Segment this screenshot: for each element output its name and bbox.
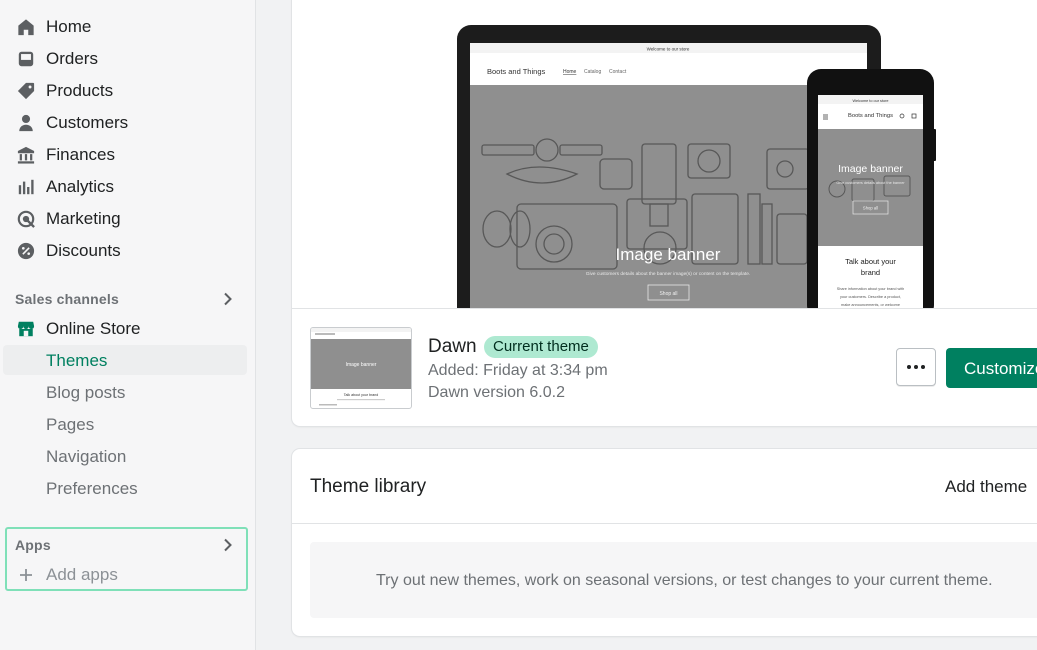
nav-online-store-label: Online Store [46,319,141,338]
nav-finances[interactable]: Finances [0,139,256,171]
nav-marketing[interactable]: Marketing [0,203,256,235]
phone-mockup: Welcome to our store Boots and Things Im… [807,69,936,308]
sidebar-item-blog-posts[interactable]: Blog posts [3,377,247,407]
nav-discounts-label: Discounts [46,241,121,260]
nav-analytics[interactable]: Analytics [0,171,256,203]
library-divider [292,523,1037,524]
customize-button[interactable]: Customize [946,348,1037,388]
tablet-nav-contact: Contact [609,69,627,75]
theme-preview-devices: Welcome to our store Boots and Things Ho… [457,25,936,308]
phone-store-name: Boots and Things [848,113,893,119]
bar-chart-icon [18,179,34,195]
sidebar-item-pages-label: Pages [46,415,95,434]
phone-banner-text: Give customers details about the banner [836,181,905,185]
sidebar-item-themes-label: Themes [46,351,108,370]
nav-orders-label: Orders [46,49,98,68]
more-actions-button[interactable] [896,348,936,386]
current-theme-badge: Current theme [484,336,598,358]
phone-banner-title: Image banner [838,163,903,175]
nav-customers-label: Customers [46,113,129,132]
nav-home-label: Home [46,17,92,36]
tablet-nav-catalog: Catalog [584,69,601,75]
preview-divider [292,308,1037,309]
theme-added-date: Added: Friday at 3:34 pm [428,362,608,379]
nav-products[interactable]: Products [0,75,256,107]
nav-home[interactable]: Home [0,11,256,43]
nav-analytics-label: Analytics [46,177,115,196]
phone-section-text-line3: make announcements, or welcome [841,303,900,307]
thumb-section-title: Talk about your brand [344,393,379,397]
apps-label: Apps [15,537,51,553]
sidebar-item-preferences[interactable]: Preferences [3,473,247,503]
nav-online-store[interactable]: Online Store [0,313,256,345]
phone-announcement: Welcome to our store [852,99,888,103]
theme-library-empty-text: Try out new themes, work on seasonal ver… [376,572,993,589]
person-icon [19,114,33,132]
theme-preview: Welcome to our store Boots and Things Ho… [292,4,1037,308]
bank-icon [17,146,35,164]
sidebar: Home Orders Products Customers Finances … [0,0,256,650]
nav-discounts[interactable]: Discounts [0,235,256,267]
nav-products-label: Products [46,81,114,100]
sidebar-item-navigation-label: Navigation [46,447,127,466]
chevron-right-icon [224,292,232,306]
orders-icon [18,51,34,67]
nav-marketing-label: Marketing [46,209,121,228]
sidebar-item-preferences-label: Preferences [46,479,138,498]
add-theme-label: Add theme [945,477,1028,496]
nav-customers[interactable]: Customers [0,107,256,139]
theme-library-title: Theme library [310,476,427,497]
sidebar-item-navigation[interactable]: Navigation [3,441,247,471]
sidebar-item-pages[interactable]: Pages [3,409,247,439]
home-icon [18,19,34,36]
apps-header[interactable]: Apps [0,533,256,559]
tablet-announcement: Welcome to our store [647,47,690,52]
sales-channels-header[interactable]: Sales channels [0,287,256,313]
theme-name: Dawn [428,336,477,357]
chevron-right-icon [224,538,232,552]
add-theme-button[interactable]: Add theme [945,477,1037,497]
theme-thumbnail: Image banner Talk about your brand [310,327,412,409]
phone-shop-all-label: Shop all [863,206,878,211]
store-icon [17,321,35,337]
nav-orders[interactable]: Orders [0,43,256,75]
tablet-banner-text: Give customers details about the banner … [586,271,751,277]
more-horizontal-icon [907,365,925,369]
phone-section-title-line2: brand [861,268,880,277]
thumb-banner-title: Image banner [346,362,377,368]
sidebar-item-blog-posts-label: Blog posts [46,383,126,402]
target-icon [17,210,35,228]
plus-icon [20,569,32,581]
tablet-shop-all-label: Shop all [659,291,677,297]
tag-icon [17,82,35,100]
sales-channels-label: Sales channels [15,291,119,307]
tablet-nav-home: Home [563,69,577,75]
theme-version: Dawn version 6.0.2 [428,384,565,401]
tablet-store-name: Boots and Things [487,67,545,76]
sidebar-item-themes[interactable]: Themes [3,345,247,375]
add-apps-label: Add apps [46,565,118,584]
add-apps-button[interactable]: Add apps [0,559,256,591]
phone-section-title: Talk about your [845,257,896,266]
phone-section-text: Share information about your brand with [837,287,905,291]
tablet-banner-title: Image banner [616,245,721,264]
nav-finances-label: Finances [46,145,115,164]
phone-section-text-line2: your customers. Describe a product, [840,295,901,299]
discount-icon [17,242,35,260]
